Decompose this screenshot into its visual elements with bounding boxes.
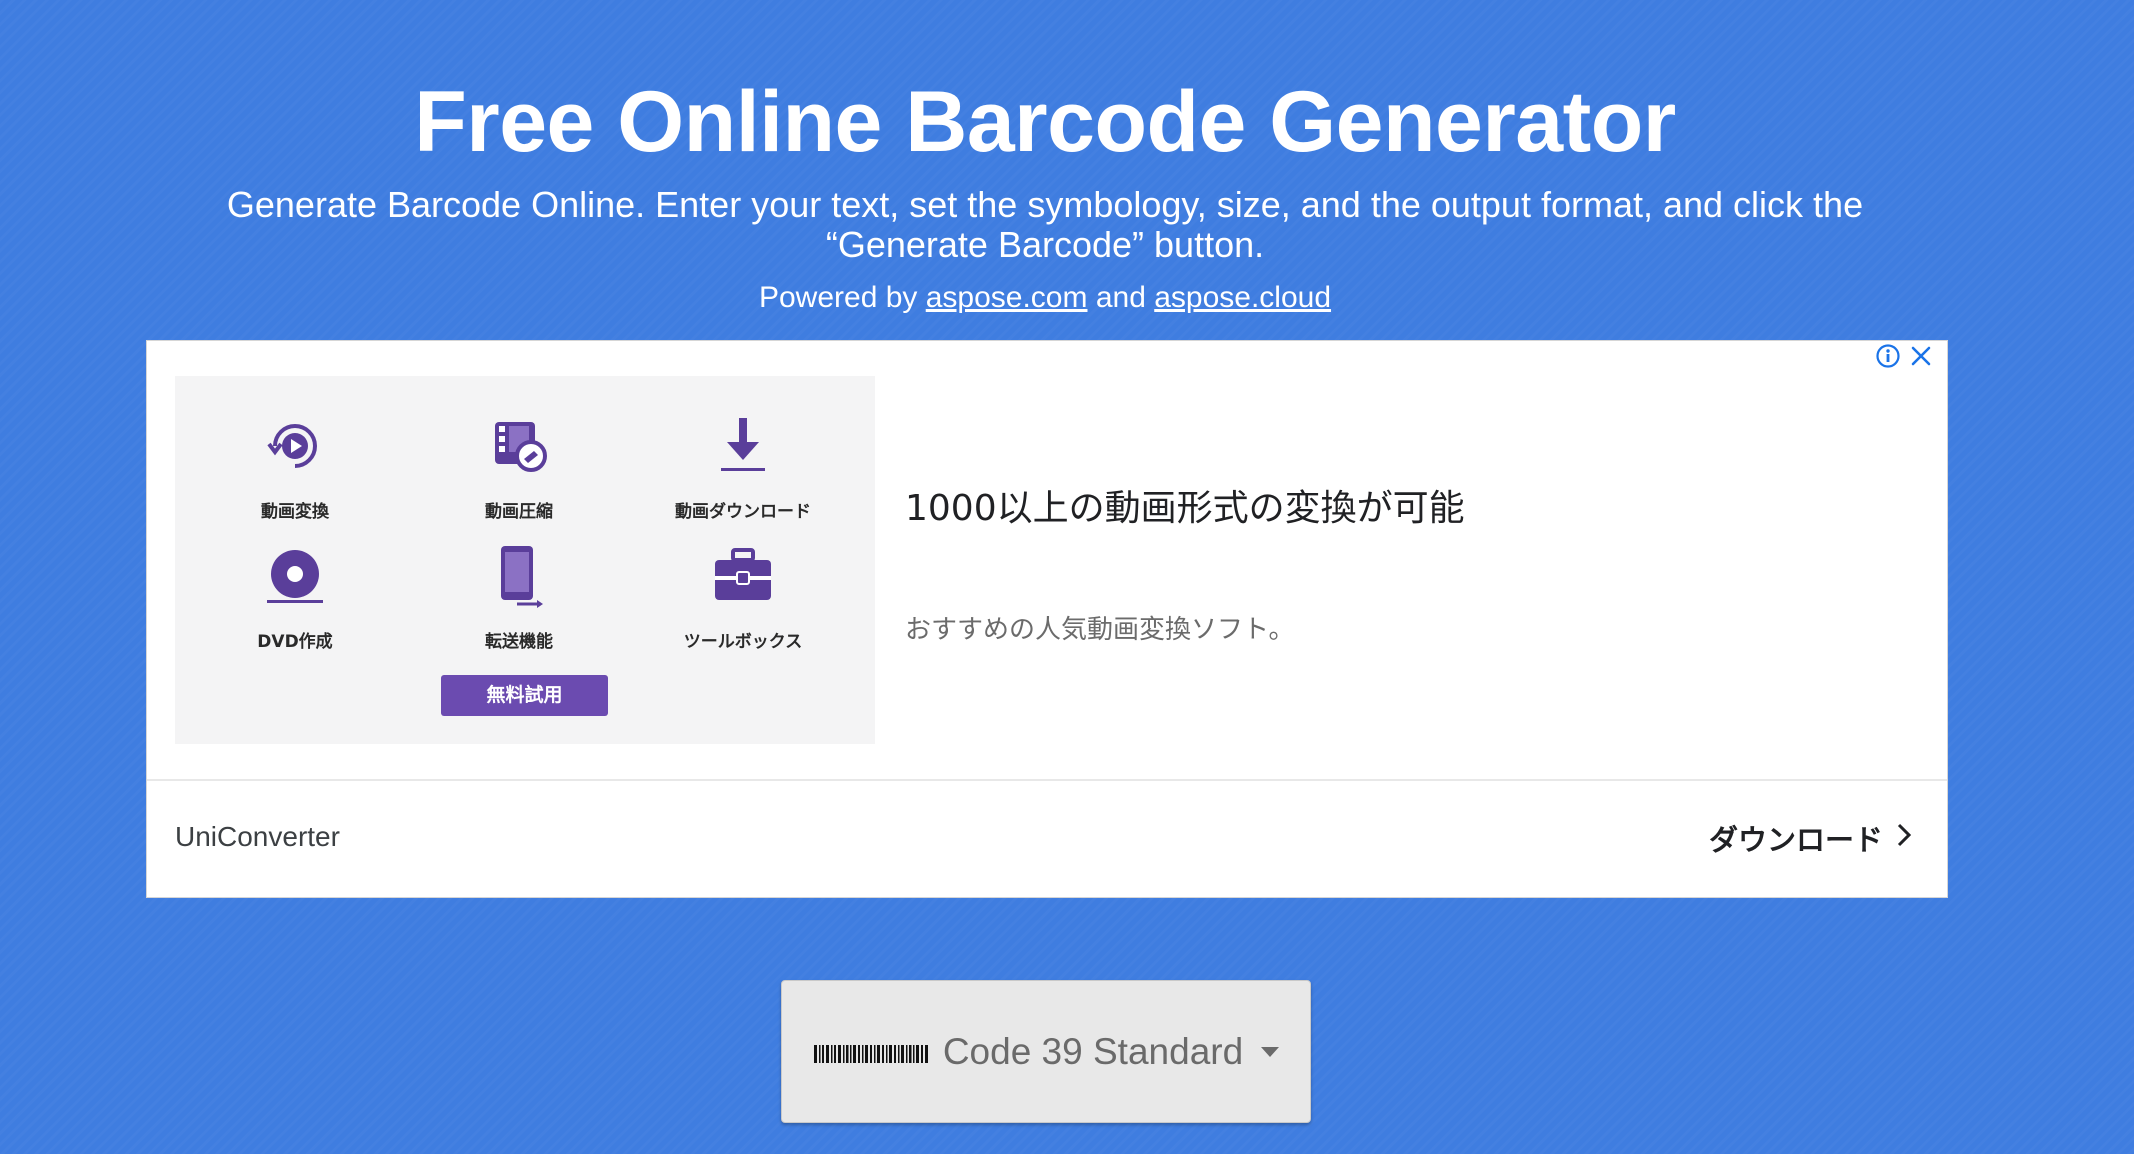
advertisement[interactable]: 動画変換 動画圧縮 動画ダウンロード DVD作成 転送機能 ツールボックス 無料… (146, 340, 1948, 898)
ad-info-icon[interactable] (1875, 343, 1901, 374)
ad-controls (1875, 341, 1933, 375)
ad-download-button[interactable]: ダウンロード (1709, 817, 1913, 859)
feature-label: ツールボックス (683, 632, 803, 652)
feature-label: 動画圧縮 (485, 502, 553, 522)
disc-icon (195, 544, 395, 613)
symbology-dropdown[interactable]: Code 39 Standard (781, 980, 1311, 1123)
convert-play-icon (195, 414, 395, 483)
aspose-cloud-link[interactable]: aspose.cloud (1154, 281, 1331, 314)
feature-toolbox: ツールボックス (643, 544, 843, 652)
toolbox-icon (643, 544, 843, 613)
chevron-right-icon (1895, 821, 1913, 855)
ad-headline[interactable]: 1000以上の動画形式の変換が可能 (905, 479, 1465, 531)
feature-video-download: 動画ダウンロード (643, 414, 843, 522)
feature-label: 転送機能 (485, 632, 553, 652)
feature-dvd-create: DVD作成 (195, 544, 395, 652)
ad-close-icon[interactable] (1909, 344, 1933, 373)
powered-by: Powered by aspose.com and aspose.cloud (0, 279, 2090, 317)
feature-label: DVD作成 (257, 632, 333, 652)
caret-down-icon (1261, 1046, 1280, 1057)
symbology-selected-value: Code 39 Standard (942, 1030, 1244, 1072)
download-arrow-icon (643, 414, 843, 483)
feature-transfer: 転送機能 (419, 544, 619, 652)
feature-label: 動画ダウンロード (675, 502, 811, 522)
ad-brand: UniConverter (175, 821, 340, 852)
powered-by-and: and (1087, 281, 1155, 314)
device-transfer-icon (419, 544, 619, 613)
feature-video-compress: 動画圧縮 (419, 414, 619, 522)
aspose-com-link[interactable]: aspose.com (926, 281, 1088, 314)
barcode-icon (812, 1031, 929, 1073)
page-subtitle: Generate Barcode Online. Enter your text… (226, 184, 1864, 265)
feature-video-convert: 動画変換 (195, 414, 395, 522)
ad-divider (147, 779, 1947, 781)
ad-description: おすすめの人気動画変換ソフト。 (905, 615, 1295, 645)
powered-by-label: Powered by (758, 281, 926, 314)
page-title: Free Online Barcode Generator (414, 74, 1676, 170)
ad-image[interactable]: 動画変換 動画圧縮 動画ダウンロード DVD作成 転送機能 ツールボックス 無料… (175, 376, 875, 744)
ad-cta-label: ダウンロード (1708, 823, 1883, 857)
feature-label: 動画変換 (261, 502, 329, 522)
free-trial-button[interactable]: 無料試用 (441, 675, 608, 716)
compress-film-icon (419, 414, 619, 483)
